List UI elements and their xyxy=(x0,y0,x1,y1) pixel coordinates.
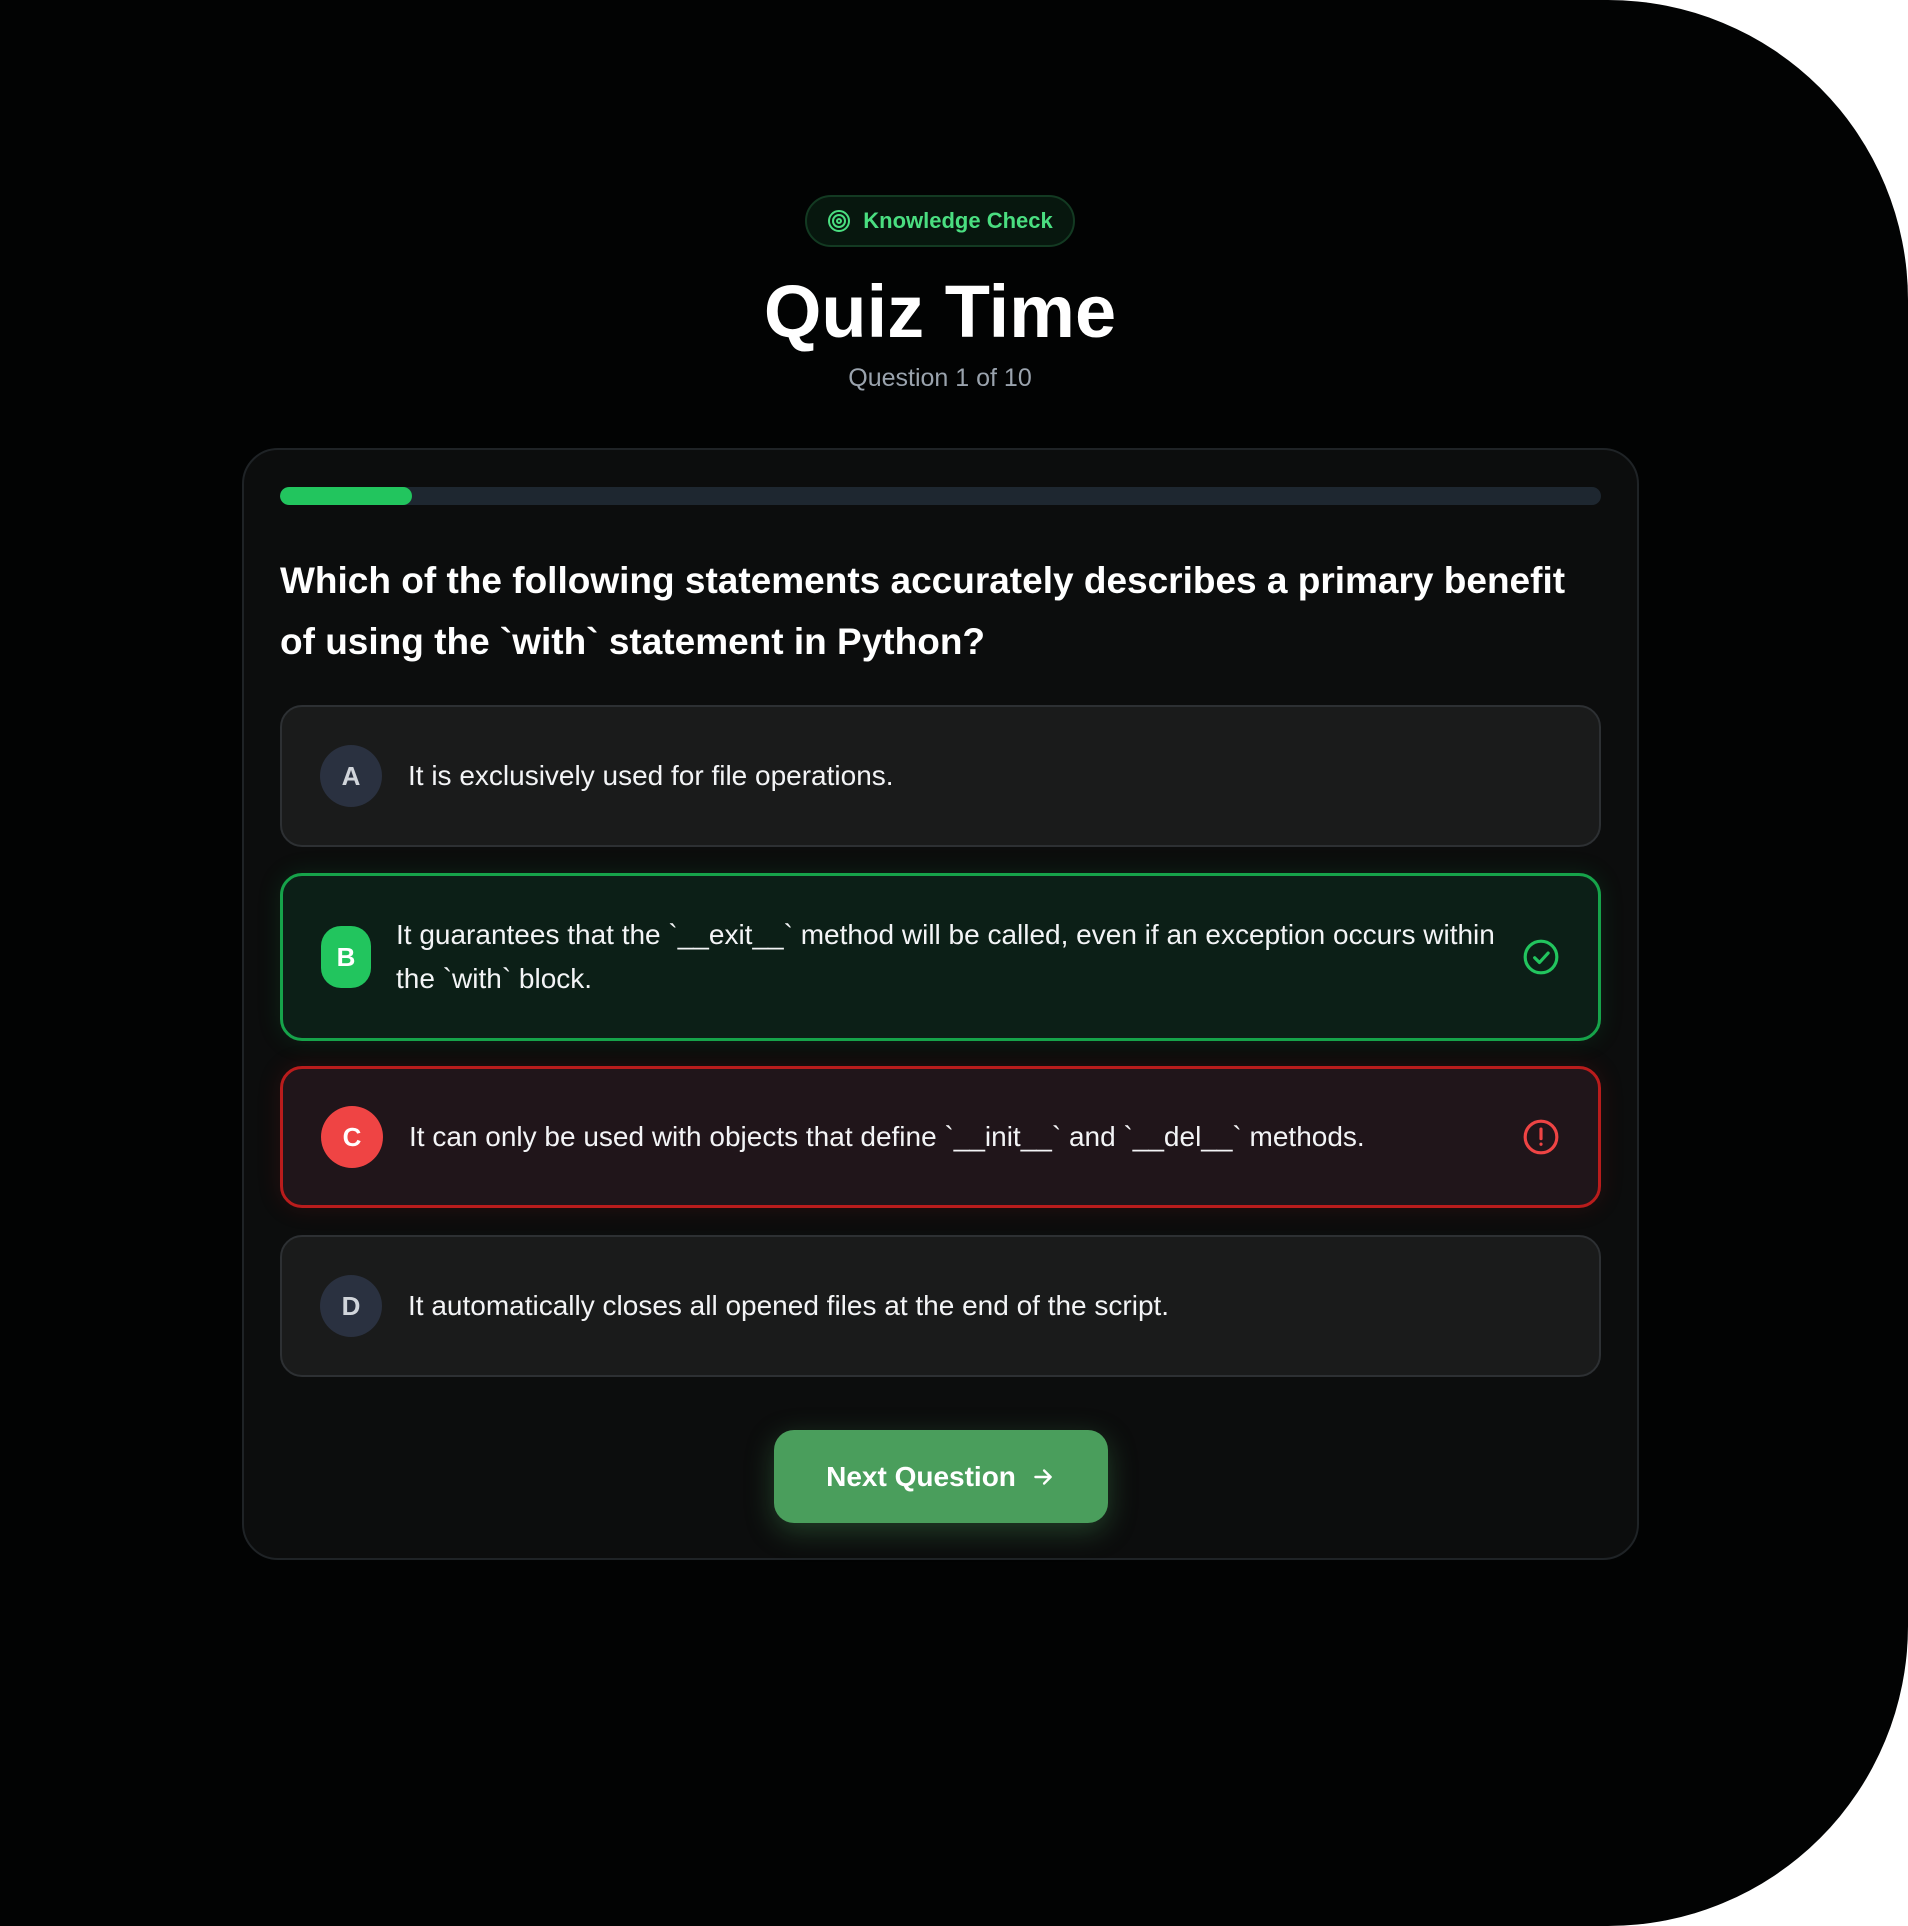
option-a[interactable]: A It is exclusively used for file operat… xyxy=(280,705,1601,847)
page-title: Quiz Time xyxy=(763,270,1117,353)
option-d[interactable]: D It automatically closes all opened fil… xyxy=(280,1235,1601,1377)
badge-label: Knowledge Check xyxy=(863,208,1053,233)
option-c[interactable]: C It can only be used with objects that … xyxy=(280,1066,1601,1208)
alert-circle-icon xyxy=(1523,1119,1559,1155)
check-circle-icon xyxy=(1523,939,1559,975)
next-question-button[interactable]: Next Question xyxy=(774,1430,1108,1523)
option-letter: D xyxy=(320,1275,382,1337)
quiz-screen: Knowledge Check Quiz Time Question 1 of … xyxy=(0,0,1908,1926)
target-icon xyxy=(828,210,851,232)
quiz-card: Which of the following statements accura… xyxy=(242,448,1639,1560)
option-letter: A xyxy=(320,745,382,807)
progress-bar-fill xyxy=(280,487,413,505)
option-text: It can only be used with objects that de… xyxy=(409,1121,1365,1152)
option-text: It is exclusively used for file operatio… xyxy=(408,760,894,791)
option-letter: B xyxy=(321,926,371,988)
knowledge-check-badge: Knowledge Check xyxy=(805,195,1075,247)
option-text: It guarantees that the `__exit__` method… xyxy=(396,919,1495,994)
next-question-label: Next Question xyxy=(826,1460,1016,1492)
progress-bar xyxy=(280,487,1601,505)
arrow-right-icon xyxy=(1034,1468,1052,1485)
question-text: Which of the following statements accura… xyxy=(280,560,1566,662)
option-letter: C xyxy=(321,1106,383,1168)
question-counter: Question 1 of 10 xyxy=(848,364,1032,392)
option-b[interactable]: B It guarantees that the `__exit__` meth… xyxy=(280,873,1601,1041)
option-text: It automatically closes all opened files… xyxy=(408,1290,1170,1321)
